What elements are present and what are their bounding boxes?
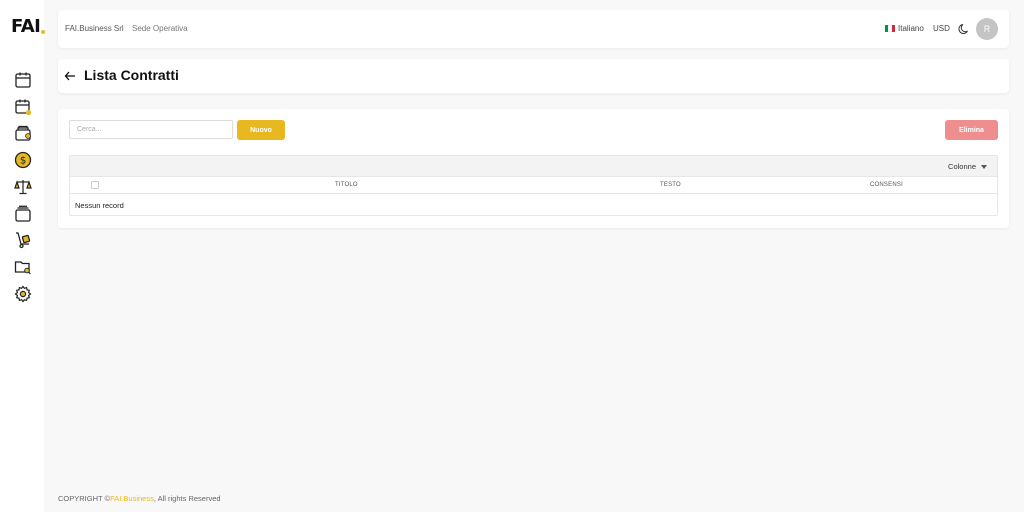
language-label: Italiano [898,24,924,33]
columns-dropdown[interactable]: Colonne [948,162,987,171]
hand-truck-icon[interactable] [14,231,32,249]
breadcrumb-site[interactable]: Sede Operativa [132,24,188,33]
copyright-prefix: COPYRIGHT © [58,494,111,503]
footer-brand-link[interactable]: FAI.Business [110,494,154,503]
column-header-consensi[interactable]: CONSENSI [870,182,903,188]
logo-text: FAI [11,16,41,37]
footer: COPYRIGHT ©FAI.Business, All rights Rese… [58,494,221,503]
wallet-icon[interactable] [14,124,32,142]
scale-icon[interactable] [14,178,32,196]
contracts-card: Nuovo Elimina Colonne TITOLO TESTO CONSE… [58,109,1009,228]
logo-dot [41,30,46,34]
delete-button[interactable]: Elimina [945,120,998,140]
new-button[interactable]: Nuovo [237,120,285,140]
currency-selector[interactable]: USD [933,24,950,33]
avatar[interactable]: R [976,18,998,40]
empty-state-text: Nessun record [75,201,124,210]
column-header-titolo[interactable]: TITOLO [335,182,358,188]
column-header-testo[interactable]: TESTO [660,182,681,188]
table-toolbar: Colonne [70,156,997,177]
moon-icon[interactable] [958,23,970,35]
folder-search-icon[interactable] [14,258,32,276]
select-all-checkbox[interactable] [91,181,99,189]
arrow-left-icon[interactable] [64,70,76,82]
svg-text:$: $ [20,156,26,167]
calendar-icon[interactable] [14,71,32,89]
layers-icon[interactable] [14,205,32,223]
page-title: Lista Contratti [84,67,179,83]
top-bar: FAI.Business Srl Sede Operativa Italiano… [58,10,1009,48]
calendar-user-icon[interactable] [14,98,32,116]
dollar-circle-icon[interactable]: $ [14,151,32,169]
copyright-suffix: , All rights Reserved [153,494,221,503]
caret-down-icon [981,164,987,169]
search-input[interactable] [69,120,233,139]
columns-label: Colonne [948,162,976,171]
language-selector[interactable]: Italiano [885,24,924,33]
contracts-table: Colonne TITOLO TESTO CONSENSI Nessun rec… [69,155,998,216]
avatar-initial: R [983,24,991,34]
sidebar: FAI $ [0,0,46,512]
italy-flag-icon [885,25,895,32]
breadcrumb-company[interactable]: FAI.Business Srl [65,24,124,33]
settings-icon[interactable] [14,285,32,303]
page-header: Lista Contratti [58,59,1009,93]
app-logo[interactable]: FAI [11,16,46,37]
table-header: TITOLO TESTO CONSENSI [70,177,997,194]
